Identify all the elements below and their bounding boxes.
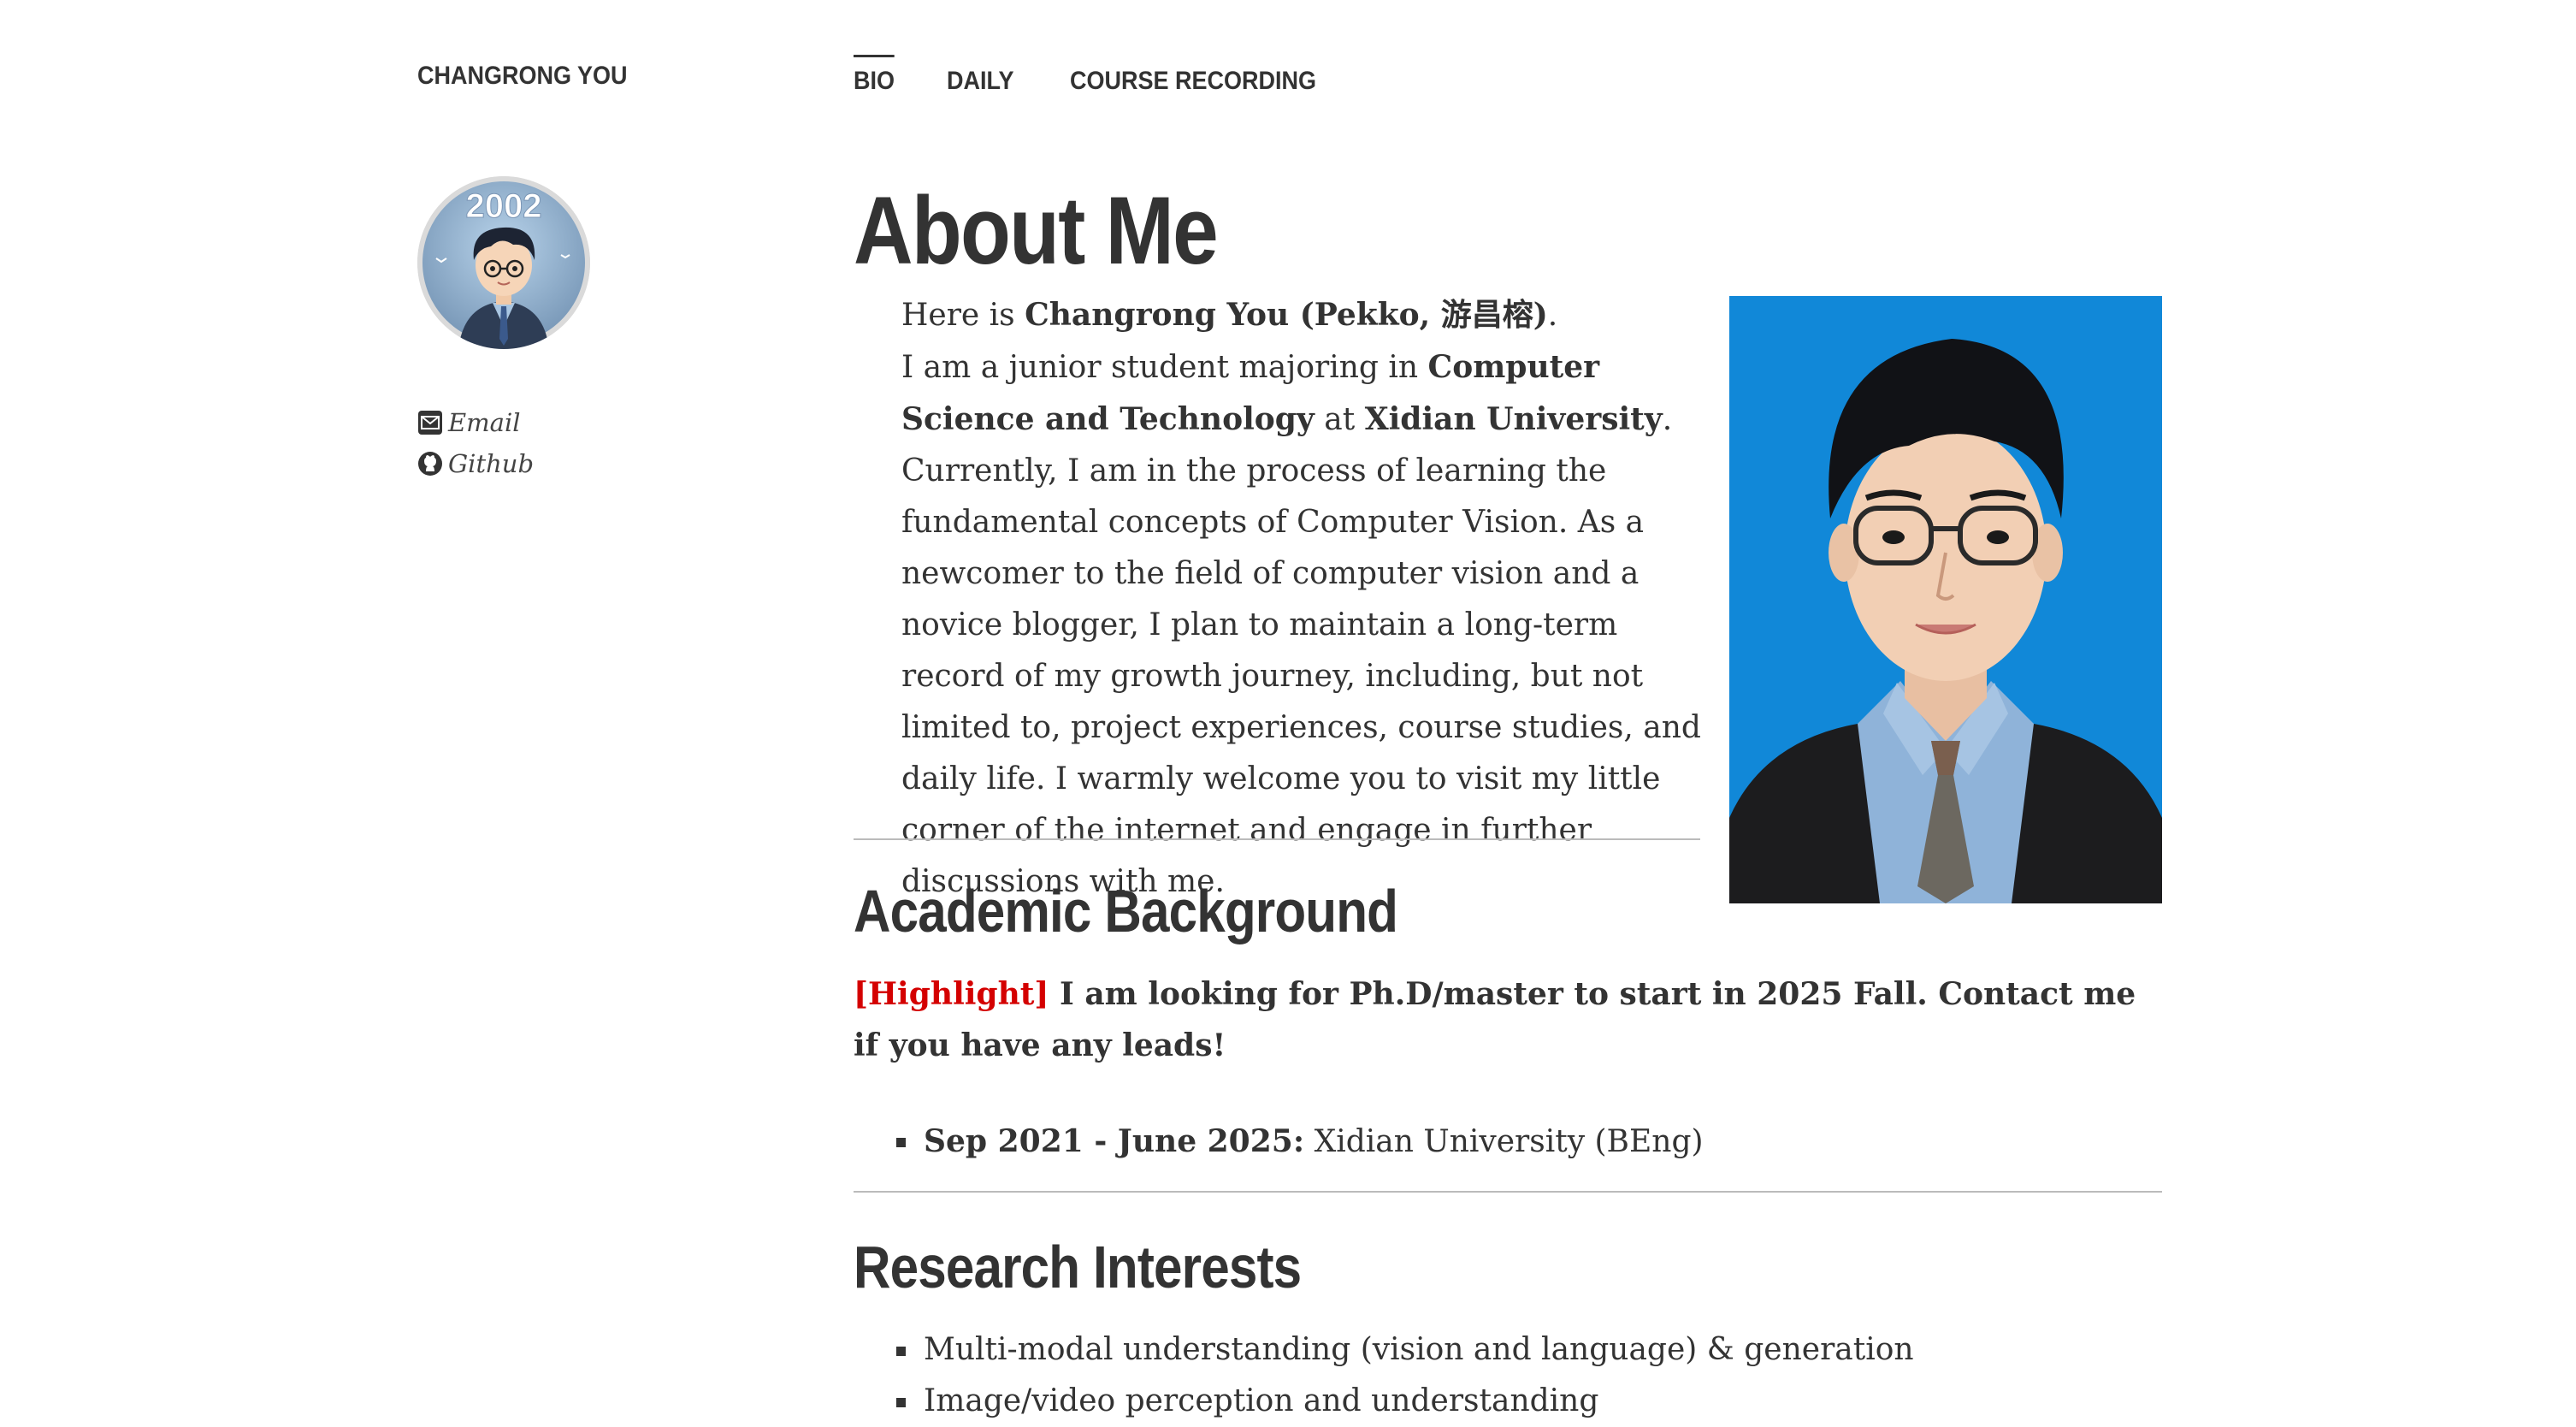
portrait-image	[1729, 296, 2162, 903]
email-label: Email	[448, 408, 521, 437]
github-label: Github	[448, 449, 535, 478]
avatar-year-text: 2002	[466, 187, 542, 225]
profile-photo	[1729, 296, 2162, 903]
page-title: About Me	[854, 177, 1219, 284]
name-text: Changrong You (Pekko, 游昌榕)	[1025, 297, 1548, 333]
avatar: 2002	[417, 176, 590, 349]
intro-paragraph-2: I am a junior student majoring in Comput…	[901, 349, 1701, 899]
research-heading: Research Interests	[854, 1234, 1302, 1300]
email-link[interactable]: Email	[417, 402, 534, 443]
avatar-illustration: 2002	[417, 176, 590, 349]
intro-paragraph-1: Here is Changrong You (Pekko, 游昌榕).	[901, 297, 1558, 333]
list-item: Sep 2021 - June 2025: Xidian University …	[896, 1116, 1704, 1168]
envelope-icon	[417, 410, 443, 435]
education-detail: Xidian University (BEng)	[1304, 1124, 1704, 1159]
education-list: Sep 2021 - June 2025: Xidian University …	[896, 1116, 1704, 1168]
nav-daily[interactable]: DAILY	[947, 56, 1014, 96]
section-divider	[854, 1191, 2162, 1193]
highlight-notice: [Highlight] I am looking for Ph.D/master…	[854, 968, 2162, 1071]
contact-list: Email Github	[417, 402, 534, 484]
intro-text: Here is Changrong You (Pekko, 游昌榕). I am…	[854, 289, 1709, 908]
section-divider	[854, 838, 1700, 840]
list-item: Image/video perception and understanding	[896, 1376, 1914, 1427]
nav-course-recording[interactable]: COURSE RECORDING	[1070, 56, 1316, 96]
nav-bio[interactable]: BIO	[854, 55, 895, 96]
school-text: Xidian University	[1364, 401, 1663, 437]
research-interests-list: Multi-modal understanding (vision and la…	[896, 1324, 1914, 1427]
github-icon	[417, 451, 443, 477]
academic-heading: Academic Background	[854, 878, 1398, 944]
top-nav: BIO DAILY COURSE RECORDING	[854, 55, 1391, 96]
site-title[interactable]: CHANGRONG YOU	[417, 62, 628, 91]
github-link[interactable]: Github	[417, 443, 534, 484]
list-item: Multi-modal understanding (vision and la…	[896, 1324, 1914, 1376]
education-period: Sep 2021 - June 2025:	[924, 1123, 1305, 1159]
highlight-tag: [Highlight]	[854, 976, 1049, 1012]
